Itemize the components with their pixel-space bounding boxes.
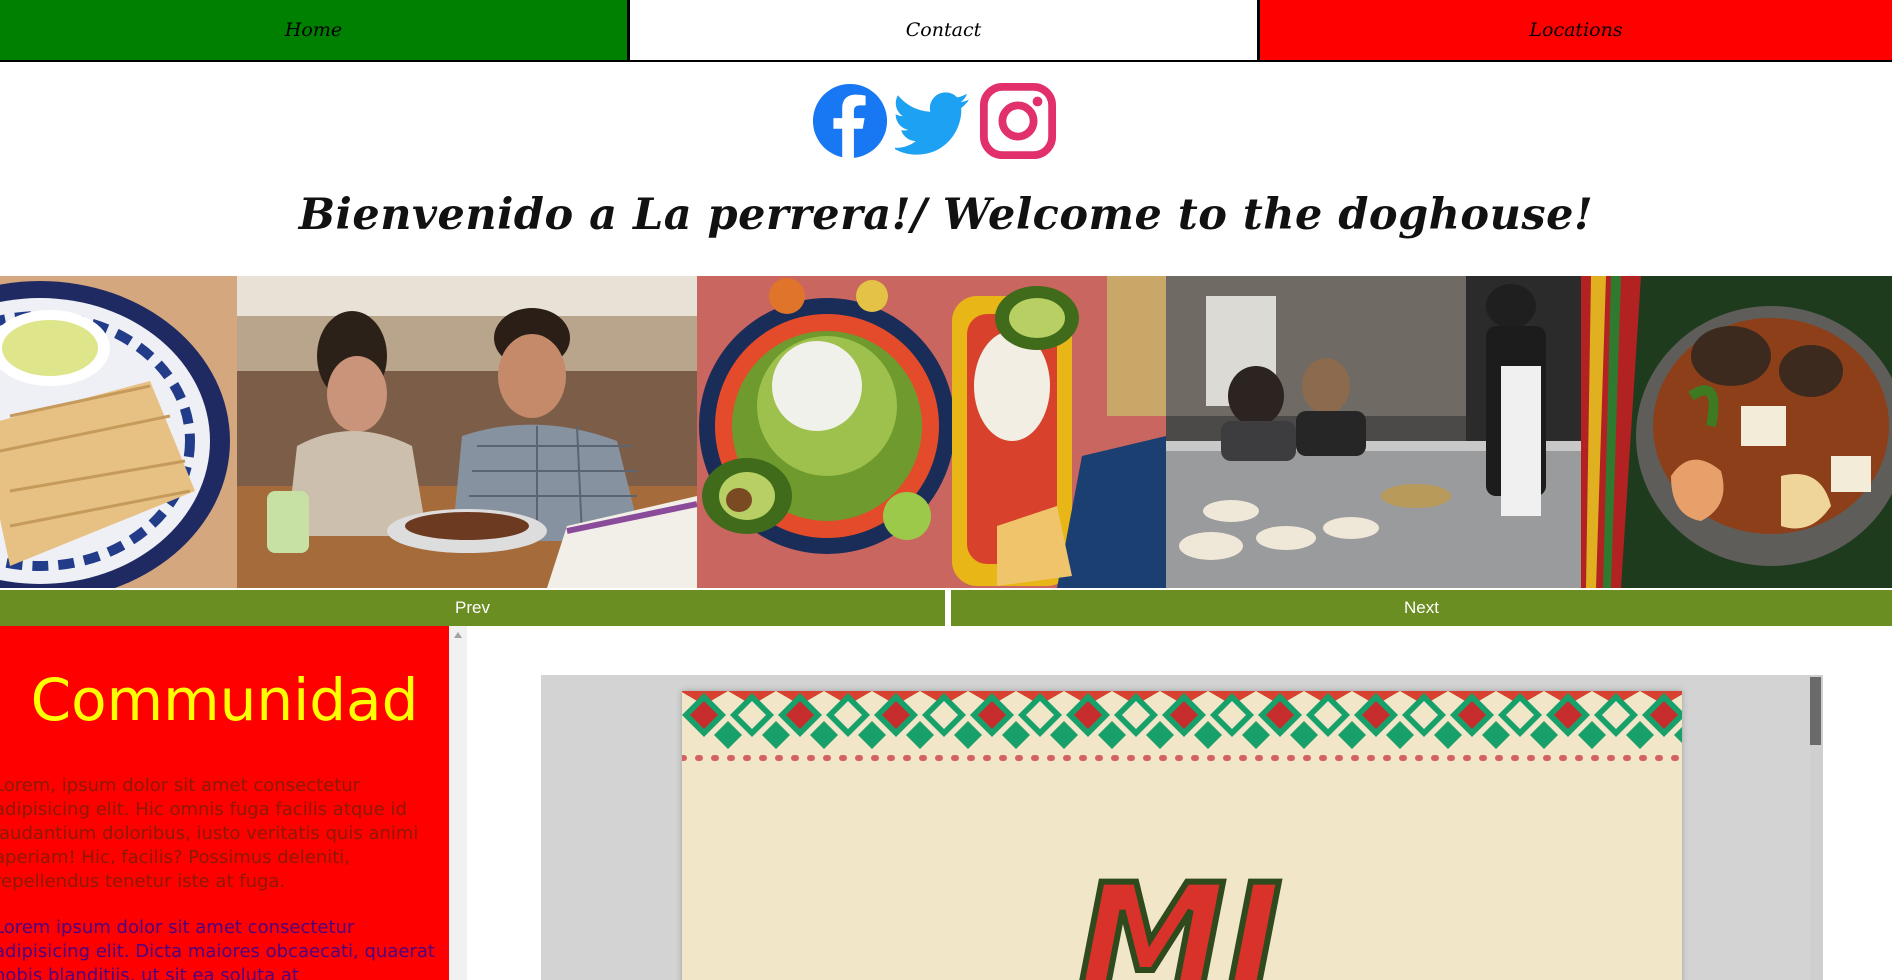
- carousel-next-button[interactable]: Next: [951, 590, 1892, 626]
- image-carousel: [0, 276, 1892, 588]
- community-panel: Communidad Lorem, ipsum dolor sit amet c…: [0, 626, 449, 980]
- top-navigation: Home Contact Locations: [0, 0, 1892, 62]
- menu-pdf-viewer[interactable]: MI: [541, 675, 1823, 980]
- menu-page: MI: [682, 691, 1682, 980]
- welcome-heading: Bienvenido a La perrera!/ Welcome to the…: [298, 190, 1594, 240]
- scroll-up-arrow-icon[interactable]: [454, 632, 462, 638]
- nav-locations-link[interactable]: Locations: [1260, 0, 1892, 62]
- community-paragraph-1: Lorem, ipsum dolor sit amet consectetur …: [0, 775, 419, 892]
- couple-dining-image: [237, 276, 697, 588]
- menu-title-text: MI: [1077, 853, 1282, 980]
- instagram-icon[interactable]: [979, 82, 1057, 160]
- community-panel-scrollbar[interactable]: [449, 626, 467, 980]
- community-heading: Communidad: [30, 666, 419, 734]
- menu-title-letters: MI: [1074, 850, 1285, 980]
- mexican-dishes-table-image: [697, 276, 1166, 588]
- community-paragraph-2: Lorem ipsum dolor sit amet consectetur a…: [0, 917, 435, 980]
- restaurant-grill-kitchen-image: [1166, 276, 1581, 588]
- twitter-icon[interactable]: [895, 82, 973, 160]
- facebook-icon[interactable]: [811, 82, 889, 160]
- carousel-prev-button[interactable]: Prev: [0, 590, 945, 626]
- molcajete-seafood-image: [1581, 276, 1892, 588]
- nav-home-link[interactable]: Home: [0, 0, 627, 62]
- tamales-plate-image: [0, 276, 237, 588]
- social-links: [811, 82, 1057, 160]
- viewer-scrollbar-thumb[interactable]: [1810, 677, 1821, 745]
- menu-page-artwork: MI: [682, 691, 1682, 980]
- nav-contact-link[interactable]: Contact: [627, 0, 1260, 62]
